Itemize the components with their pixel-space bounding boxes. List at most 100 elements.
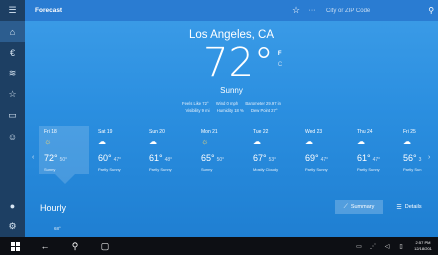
unit-celsius[interactable]: C — [278, 60, 282, 71]
clock[interactable]: 2:57 PM 12/18/201 — [408, 240, 438, 252]
forecast-day[interactable]: Wed 23 ☁ 69° 47° Partly Sunny — [300, 126, 350, 174]
details-button[interactable]: ☰ Details — [387, 200, 431, 214]
day-high: 69° — [305, 153, 319, 163]
day-high: 72° — [44, 153, 58, 163]
day-high: 67° — [253, 153, 267, 163]
day-low: 47° — [113, 157, 122, 163]
day-condition: Sunny — [44, 167, 56, 172]
day-condition: Mostly Cloudy — [253, 167, 279, 172]
partly-sunny-icon: ☁ — [253, 137, 261, 146]
volume-icon[interactable]: ◁ — [380, 243, 394, 250]
scroll-left-icon[interactable]: ‹ — [32, 154, 34, 161]
notification-icon[interactable]: ▯ — [394, 243, 408, 250]
search-icon[interactable]: ⚲ — [60, 237, 90, 255]
feedback-icon[interactable]: ☺ — [0, 126, 25, 147]
battery-icon[interactable]: ▭ — [352, 243, 366, 250]
hourly-title: Hourly — [40, 203, 67, 213]
unit-fahrenheit[interactable]: F — [278, 49, 282, 60]
day-condition: Sunny — [201, 167, 213, 172]
day-temps: 56° 3 — [403, 148, 438, 166]
search-input[interactable] — [326, 7, 425, 14]
day-label: Sat 19 — [98, 129, 113, 135]
day-temps: 61° 47° — [357, 148, 402, 166]
scroll-right-icon[interactable]: › — [428, 154, 430, 161]
temperature-number: 72 — [203, 40, 254, 86]
settings-icon[interactable]: ⚙ — [0, 216, 25, 237]
day-low: 3 — [418, 157, 422, 163]
day-label: Mon 21 — [201, 129, 218, 135]
taskbar: ← ⚲ ▢ ▭ ⋰ ◁ ▯ 2:57 PM 12/18/201 — [0, 237, 438, 255]
day-label: Fri 25 — [403, 129, 416, 135]
day-temps: 67° 53° — [253, 148, 298, 166]
partly-sunny-icon: ☁ — [149, 137, 157, 146]
forecast-day[interactable]: Fri 25 ☁ 56° 3 Partly Sun — [398, 126, 438, 174]
historical-weather-icon[interactable]: ▭ — [0, 105, 25, 126]
details-row-2: Visibility 9 mi Humidity 18 % Dew Point … — [25, 108, 438, 113]
back-arrow-icon[interactable]: ← — [30, 237, 60, 255]
day-condition: Partly Sunny — [149, 167, 172, 172]
wind: Wind 0 mph — [215, 101, 239, 106]
clock-date: 12/18/201 — [414, 246, 432, 251]
day-label: Tue 22 — [253, 129, 269, 135]
day-label: Wed 23 — [305, 129, 323, 135]
maps-icon[interactable]: ≋ — [0, 63, 25, 84]
forecast-day[interactable]: Tue 22 ☁ 67° 53° Mostly Cloudy — [248, 126, 298, 174]
day-high: 61° — [149, 153, 163, 163]
task-view-icon[interactable]: ▢ — [90, 237, 120, 255]
day-temps: 72° 50° — [44, 148, 89, 166]
star-icon[interactable]: ☆ — [288, 5, 304, 16]
day-high: 61° — [357, 153, 371, 163]
degree-symbol: ° — [253, 40, 274, 86]
day-condition: Partly Sunny — [98, 167, 121, 172]
day-temps: 61° 48° — [149, 148, 194, 166]
account-icon[interactable]: ● — [0, 195, 25, 216]
day-temps: 69° 47° — [305, 148, 350, 166]
news-icon[interactable]: € — [0, 42, 25, 63]
start-button[interactable] — [0, 237, 30, 255]
day-condition: Partly Sunny — [305, 167, 328, 172]
details-row-1: Feels Like 72° Wind 0 mph Barometer 29.9… — [25, 101, 438, 106]
forecast-day[interactable]: Sun 20 ☁ 61° 48° Partly Sunny — [144, 126, 194, 174]
day-condition: Partly Sunny — [357, 167, 380, 172]
details-label: Details — [404, 204, 422, 210]
main-panel: Forecast ☆ ··· ⚲ Los Angeles, CA 72° F C… — [25, 0, 438, 237]
sidebar: ☰ ⌂ € ≋ ☆ ▭ ☺ ● ⚙ — [0, 0, 25, 237]
summary-label: Summary — [350, 204, 375, 210]
day-temps: 65° 50° — [201, 148, 246, 166]
day-condition: Partly Sun — [403, 167, 422, 172]
day-low: 50° — [216, 157, 225, 163]
sun-icon: ☼ — [44, 137, 52, 146]
summary-button[interactable]: ⟋ Summary — [335, 200, 383, 214]
search-box[interactable]: ⚲ — [326, 4, 438, 18]
visibility: Visibility 9 mi — [185, 108, 210, 113]
day-low: 48° — [164, 157, 173, 163]
forecast-day[interactable]: Sat 19 ☁ 60° 47° Partly Sunny — [93, 126, 143, 174]
more-options-icon[interactable]: ··· — [304, 7, 320, 14]
partly-sunny-icon: ☁ — [305, 137, 313, 146]
forecast-day[interactable]: Thu 24 ☁ 61° 47° Partly Sunny — [352, 126, 402, 174]
chart-line-icon: ⟋ — [343, 203, 348, 210]
day-low: 53° — [268, 157, 277, 163]
home-icon[interactable]: ⌂ — [0, 21, 25, 42]
day-low: 50° — [59, 157, 68, 163]
day-temps: 60° 47° — [98, 148, 143, 166]
current-condition: Sunny — [220, 86, 243, 95]
hamburger-menu-icon[interactable]: ☰ — [0, 0, 25, 21]
partly-sunny-icon: ☁ — [98, 137, 106, 146]
forecast-day[interactable]: Fri 18 ☼ 72° 50° Sunny — [39, 126, 89, 174]
search-icon[interactable]: ⚲ — [424, 6, 438, 15]
top-bar: Forecast ☆ ··· ⚲ — [25, 0, 438, 21]
windows-logo-icon — [10, 241, 20, 251]
favorites-icon[interactable]: ☆ — [0, 84, 25, 105]
day-low: 47° — [372, 157, 381, 163]
daily-forecast: ‹ Fri 18 ☼ 72° 50° Sunny Sat 19 ☁ 60° 47° … — [25, 126, 438, 174]
day-high: 65° — [201, 153, 215, 163]
unit-toggle: F C — [278, 49, 282, 83]
day-high: 60° — [98, 153, 112, 163]
current-temperature: 72° F C — [203, 43, 282, 83]
temperature-value: 72° — [203, 43, 274, 83]
day-high: 56° — [403, 153, 417, 163]
forecast-day[interactable]: Mon 21 ☼ 65° 50° Sunny — [196, 126, 246, 174]
app-title: Forecast — [35, 7, 63, 14]
network-icon[interactable]: ⋰ — [366, 243, 380, 250]
